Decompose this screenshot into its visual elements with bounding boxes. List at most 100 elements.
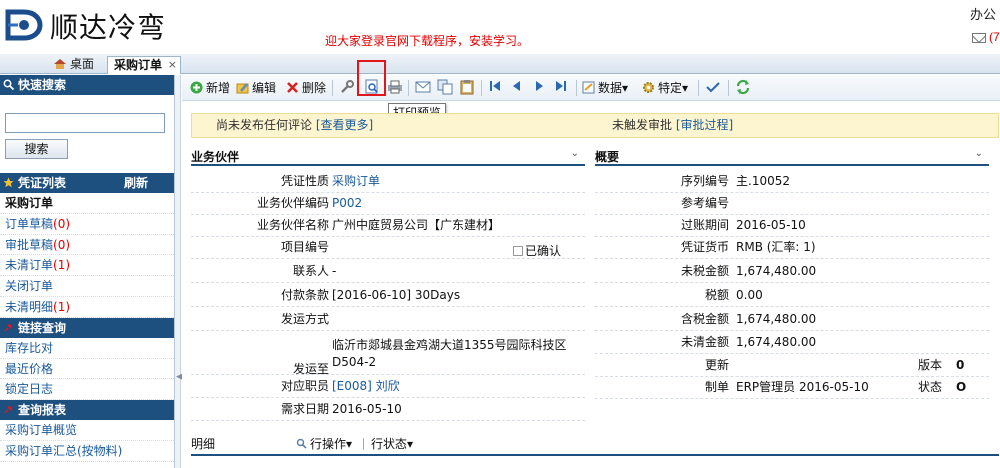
list-item-count: (0) (53, 216, 71, 231)
last-icon (556, 81, 566, 91)
link-query-list: 库存比对 最近价格 锁定日志 (0, 338, 174, 401)
field-label: 凭证货币 (680, 240, 729, 254)
search-button[interactable]: 搜索 (5, 139, 68, 159)
prev-icon (513, 81, 520, 91)
tab-desktop[interactable]: 桌面 (48, 56, 104, 74)
field-value: 1,674,480.00 (736, 264, 817, 278)
field-value: 广州中庭贸易公司【广东建材】 (332, 218, 501, 232)
sidebar-item-po-overview[interactable]: 采购订单概览 (0, 420, 174, 441)
new-button-label: 新增 (206, 81, 231, 95)
sidebar-splitter[interactable]: ◀ (175, 75, 183, 468)
wrench-icon (341, 80, 354, 93)
field-label: 未税金额 (680, 264, 729, 278)
paste-button[interactable] (458, 79, 476, 97)
sidebar-item-closed-orders[interactable]: 关闭订单 (0, 276, 174, 297)
field-label: 税额 (704, 288, 729, 302)
copy-button[interactable] (436, 79, 454, 97)
mail-indicator[interactable]: (7 (972, 30, 1000, 44)
field-label: 含税金额 (680, 312, 729, 326)
tools-icon[interactable] (338, 79, 356, 97)
edit-button[interactable]: 编辑 (236, 79, 276, 97)
row-status-menu[interactable]: 行状态▾ (371, 432, 413, 456)
field-value: 2016-05-10 (736, 218, 806, 232)
report-query-list: 采购订单概览 采购订单汇总(按物料) (0, 420, 174, 462)
sidebar-item-lock-log[interactable]: 锁定日志 (0, 379, 174, 401)
field-partner-name: 业务伙伴名称 广州中庭贸易公司【广东建材】 (191, 215, 585, 237)
refresh-toolbar-button[interactable] (734, 79, 752, 97)
voucher-list-header: 凭证列表 刷新 (0, 173, 174, 193)
sidebar-item-open-orders[interactable]: 未清订单(1) (0, 255, 174, 277)
field-reference-number: 参考编号 (595, 193, 989, 215)
field-label: 未清金额 (680, 335, 729, 349)
chevron-down-icon: ▾ (622, 81, 629, 95)
field-amount-before-tax: 未税金额 1,674,480.00 (595, 261, 989, 283)
prev-record-button[interactable] (508, 79, 526, 97)
field-label: 对应职员 (280, 379, 329, 393)
sidebar-item-purchase-order[interactable]: 采购订单 (0, 193, 174, 214)
refresh-button[interactable]: 刷新 (124, 173, 148, 193)
sidebar-item-po-summary-by-material[interactable]: 采购订单汇总(按物料) (0, 441, 174, 462)
confirmed-checkbox[interactable]: 已确认 (513, 242, 561, 259)
report-query-header: 查询报表 (0, 400, 174, 421)
list-item-count: (1) (53, 299, 71, 314)
field-label: 参考编号 (680, 196, 729, 210)
field-partner-code: 业务伙伴编码 P002 (191, 193, 585, 215)
sidebar-item-recent-price[interactable]: 最近价格 (0, 359, 174, 380)
email-icon (415, 81, 431, 93)
partner-section-header[interactable]: 业务伙伴 ⌄ (191, 148, 585, 166)
list-item-label: 采购订单 (5, 196, 54, 210)
print-button[interactable] (386, 79, 404, 97)
field-value[interactable]: [E008] 刘欣 (332, 376, 400, 396)
sidebar-item-order-draft[interactable]: 订单草稿(0) (0, 214, 174, 235)
field-value[interactable]: P002 (332, 193, 362, 213)
new-button[interactable]: 新增 (190, 79, 230, 97)
data-menu[interactable]: 数据▾ (582, 79, 628, 97)
link-query-title: 链接查询 (18, 320, 67, 335)
email-button[interactable] (414, 79, 432, 97)
field-required-date: 需求日期 2016-05-10 (191, 399, 585, 421)
approval-process-link[interactable]: [审批过程] (676, 118, 733, 132)
list-item-label: 未清明细 (5, 299, 54, 314)
checkbox-icon[interactable] (513, 246, 523, 256)
tab-desktop-label: 桌面 (70, 57, 95, 71)
quick-search-header: 快速搜索 (0, 75, 174, 95)
report-query-title: 查询报表 (18, 403, 67, 418)
field-label: 发运方式 (280, 312, 329, 326)
quick-search-title: 快速搜索 (18, 78, 67, 92)
row-operations-menu[interactable]: 行操作▾ (296, 432, 352, 456)
field-value: - (332, 264, 337, 278)
search-input[interactable] (5, 113, 165, 133)
chevron-down-icon: ▾ (407, 437, 414, 451)
chevron-down-icon[interactable]: ⌄ (975, 148, 983, 159)
sidebar-item-approval-draft[interactable]: 审批草稿(0) (0, 235, 174, 256)
close-icon[interactable]: × (168, 56, 177, 73)
first-record-button[interactable] (486, 79, 504, 97)
field-value[interactable]: 采购订单 (332, 171, 380, 191)
chevron-down-icon[interactable]: ⌄ (571, 148, 579, 159)
tab-purchase-order[interactable]: 采购订单 × (107, 56, 181, 74)
sidebar-item-open-details[interactable]: 未清明细(1) (0, 297, 174, 318)
comments-status: 尚未发布任何评论 [查看更多] (216, 114, 373, 137)
spellcheck-button[interactable] (704, 79, 722, 97)
special-menu[interactable]: 特定▾ (642, 79, 688, 97)
link-query-header: 链接查询 (0, 317, 174, 338)
logo-icon (5, 9, 43, 41)
first-icon (490, 81, 500, 91)
partner-section-title: 业务伙伴 (191, 150, 240, 164)
next-record-button[interactable] (530, 79, 548, 97)
last-record-button[interactable] (552, 79, 570, 97)
field-label: 付款条款 (280, 288, 329, 302)
delete-button[interactable]: 删除 (286, 79, 326, 97)
summary-section-header[interactable]: 概要 ⌄ (595, 148, 989, 166)
list-item-label: 关闭订单 (5, 279, 54, 294)
edit-icon (236, 83, 249, 94)
office-link[interactable]: 办公 (970, 4, 1000, 23)
confirmed-label: 已确认 (525, 244, 562, 258)
field-label: 业务伙伴名称 (256, 218, 329, 232)
sidebar-item-inventory-compare[interactable]: 库存比对 (0, 338, 174, 359)
field-value: 0.00 (736, 288, 763, 302)
view-more-link[interactable]: [查看更多] (316, 118, 373, 132)
chevron-down-icon: ▾ (682, 81, 689, 95)
status-value: O (956, 380, 967, 394)
notice-text: 迎大家登录官网下载程序，安装学习。 (325, 34, 530, 48)
